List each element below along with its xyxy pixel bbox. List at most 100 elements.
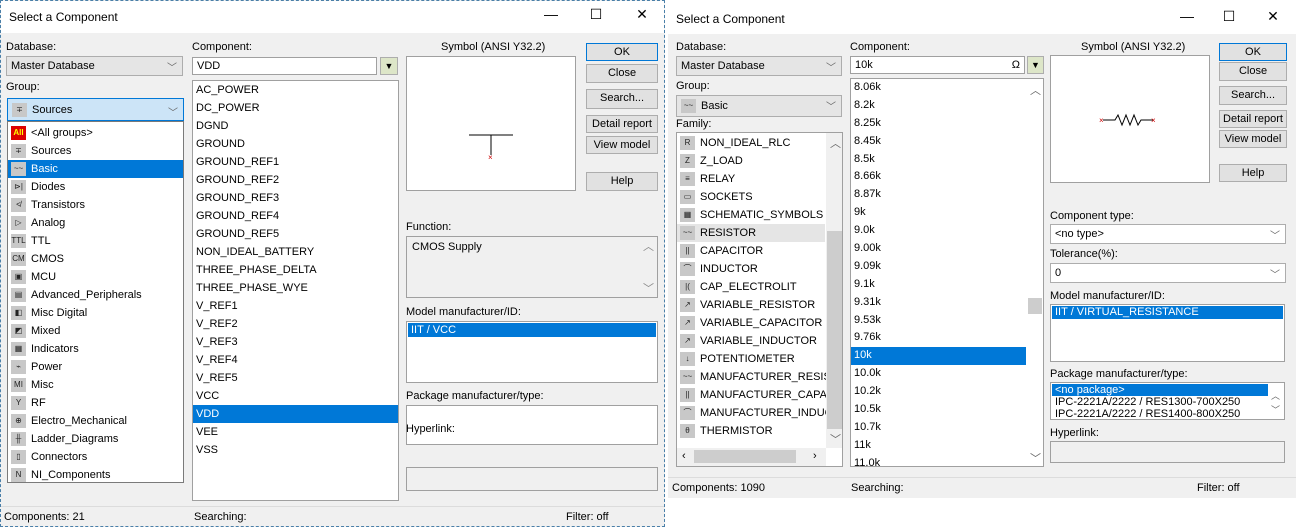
group-option-indicators[interactable]: ▦ Indicators xyxy=(8,340,183,358)
component-item[interactable]: 9k xyxy=(851,204,1026,222)
family-vertical-scrollbar[interactable]: ︿ ﹀ xyxy=(826,133,842,448)
filter-icon[interactable]: ▼ xyxy=(380,57,398,75)
family-item-schematic-symbols[interactable]: ▦ SCHEMATIC_SYMBOLS xyxy=(677,206,825,224)
component-item[interactable]: 10.2k xyxy=(851,383,1026,401)
scroll-thumb[interactable] xyxy=(1028,298,1042,314)
close-button[interactable]: Close xyxy=(586,64,658,83)
scroll-left-icon[interactable]: ‹ xyxy=(682,450,686,462)
group-option-ni-components[interactable]: N NI_Components xyxy=(8,466,183,482)
component-item[interactable]: 9.76k xyxy=(851,329,1026,347)
component-item[interactable]: 9.53k xyxy=(851,312,1026,330)
component-item[interactable]: 11k xyxy=(851,437,1026,455)
family-item-manufacturer-inducto[interactable]: ⌒ MANUFACTURER_INDUCTO xyxy=(677,404,842,422)
detail-report-button[interactable]: Detail report xyxy=(586,115,658,133)
group-option-misc-digital[interactable]: ◧ Misc Digital xyxy=(8,304,183,322)
maximize-button[interactable]: ☐ xyxy=(1214,8,1244,25)
component-item[interactable]: 9.0k xyxy=(851,222,1026,240)
view-model-button[interactable]: View model xyxy=(1219,130,1287,148)
package-item[interactable]: IPC-2221A/2222 / RES1400-800X250 xyxy=(1052,408,1268,420)
group-option-rf[interactable]: Y RF xyxy=(8,394,183,412)
group-select[interactable]: ~~ Basic ﹀ xyxy=(676,95,842,117)
search-button[interactable]: Search... xyxy=(1219,86,1287,105)
scroll-up-icon[interactable]: ︿ xyxy=(1271,389,1280,402)
scroll-right-icon[interactable]: › xyxy=(813,450,817,462)
component-item[interactable]: 8.5k xyxy=(851,151,1026,169)
component-item[interactable]: V_REF1 xyxy=(193,297,398,315)
family-item-capacitor[interactable]: || CAPACITOR xyxy=(677,242,825,260)
component-item[interactable]: 9.09k xyxy=(851,258,1026,276)
ok-button[interactable]: OK xyxy=(586,43,658,61)
component-item[interactable]: VEE xyxy=(193,423,398,441)
family-item-potentiometer[interactable]: ↓ POTENTIOMETER xyxy=(677,350,825,368)
component-item[interactable]: 9.31k xyxy=(851,294,1026,312)
family-item-sockets[interactable]: ▭ SOCKETS xyxy=(677,188,825,206)
group-select[interactable]: ∓ Sources ﹀ xyxy=(7,98,184,121)
component-item[interactable]: 8.06k xyxy=(851,79,1026,97)
group-option-mixed[interactable]: ◩ Mixed xyxy=(8,322,183,340)
component-item[interactable]: 9.1k xyxy=(851,276,1026,294)
scroll-up-icon[interactable]: ︿ xyxy=(1030,82,1041,98)
component-item[interactable]: 10k xyxy=(851,347,1026,366)
group-option-power[interactable]: ⌁ Power xyxy=(8,358,183,376)
group-option-all-groups[interactable]: All <All groups> xyxy=(8,124,183,142)
family-item-non-ideal-rlc[interactable]: R NON_IDEAL_RLC xyxy=(677,134,825,152)
family-item-resistor[interactable]: ~~ RESISTOR xyxy=(677,224,825,242)
group-option-transistors[interactable]: ≮ Transistors xyxy=(8,196,183,214)
component-item[interactable]: 9.00k xyxy=(851,240,1026,258)
scroll-down-icon[interactable]: ﹀ xyxy=(1271,403,1280,416)
filter-icon[interactable]: ▼ xyxy=(1027,56,1044,74)
group-option-sources[interactable]: ∓ Sources xyxy=(8,142,183,160)
component-item[interactable]: 11.0k xyxy=(851,455,1026,466)
component-vertical-scrollbar[interactable]: ︿ ﹀ xyxy=(1027,79,1043,466)
component-item[interactable]: NON_IDEAL_BATTERY xyxy=(193,243,398,261)
component-item[interactable]: GROUND_REF4 xyxy=(193,207,398,225)
component-item[interactable]: DC_POWER xyxy=(193,99,398,117)
component-item[interactable]: 8.2k xyxy=(851,97,1026,115)
family-item-manufacturer-capacit[interactable]: || MANUFACTURER_CAPACIT xyxy=(677,386,842,404)
family-item-thermistor[interactable]: θ THERMISTOR xyxy=(677,422,825,440)
group-option-misc[interactable]: MI Misc xyxy=(8,376,183,394)
component-item[interactable]: 8.66k xyxy=(851,168,1026,186)
component-item[interactable]: 8.25k xyxy=(851,115,1026,133)
component-item[interactable]: GROUND_REF5 xyxy=(193,225,398,243)
group-option-mcu[interactable]: ▣ MCU xyxy=(8,268,183,286)
component-item[interactable]: 10.0k xyxy=(851,365,1026,383)
package-item[interactable]: IPC-2221A/2222 / RES1300-700X250 xyxy=(1052,396,1268,408)
model-item[interactable]: IIT / VIRTUAL_RESISTANCE xyxy=(1052,306,1283,319)
component-item[interactable]: AC_POWER xyxy=(193,81,398,99)
group-option-ttl[interactable]: TTL TTL xyxy=(8,232,183,250)
component-item[interactable]: GROUND_REF2 xyxy=(193,171,398,189)
database-select[interactable]: Master Database ﹀ xyxy=(6,56,183,76)
family-item-inductor[interactable]: ⌒ INDUCTOR xyxy=(677,260,825,278)
component-item[interactable]: THREE_PHASE_WYE xyxy=(193,279,398,297)
group-option-basic[interactable]: ~~ Basic xyxy=(8,160,183,178)
component-item[interactable]: DGND xyxy=(193,117,398,135)
scroll-down-icon[interactable]: ﹀ xyxy=(643,280,654,296)
scroll-thumb[interactable] xyxy=(694,450,796,463)
component-item[interactable]: V_REF5 xyxy=(193,369,398,387)
minimize-button[interactable]: — xyxy=(536,6,566,22)
group-option-electro-mechanical[interactable]: ⊕ Electro_Mechanical xyxy=(8,412,183,430)
scroll-up-icon[interactable]: ︿ xyxy=(830,135,841,151)
component-item[interactable]: 10.7k xyxy=(851,419,1026,437)
component-item[interactable]: VCC xyxy=(193,387,398,405)
database-select[interactable]: Master Database ﹀ xyxy=(676,56,842,76)
component-item[interactable]: VDD xyxy=(193,405,398,423)
family-item-variable-resistor[interactable]: ↗ VARIABLE_RESISTOR xyxy=(677,296,825,314)
view-model-button[interactable]: View model xyxy=(586,136,658,154)
tolerance-select[interactable]: 0 ﹀ xyxy=(1050,263,1286,283)
group-option-cmos[interactable]: CM CMOS xyxy=(8,250,183,268)
omega-icon[interactable]: Ω xyxy=(1012,59,1020,71)
group-option-advanced-peripherals[interactable]: ▤ Advanced_Peripherals xyxy=(8,286,183,304)
family-item-relay[interactable]: ≡ RELAY xyxy=(677,170,825,188)
component-item[interactable]: GROUND xyxy=(193,135,398,153)
detail-report-button[interactable]: Detail report xyxy=(1219,110,1287,128)
component-item[interactable]: 8.87k xyxy=(851,186,1026,204)
help-button[interactable]: Help xyxy=(1219,164,1287,182)
component-item[interactable]: 8.45k xyxy=(851,133,1026,151)
family-item-manufacturer-resistor[interactable]: ~~ MANUFACTURER_RESISTOR xyxy=(677,368,842,386)
component-item[interactable]: THREE_PHASE_DELTA xyxy=(193,261,398,279)
scroll-down-icon[interactable]: ﹀ xyxy=(830,431,841,447)
group-option-analog[interactable]: ▷ Analog xyxy=(8,214,183,232)
family-item-cap-electrolit[interactable]: |(CAP_ELECTROLIT xyxy=(677,278,825,296)
